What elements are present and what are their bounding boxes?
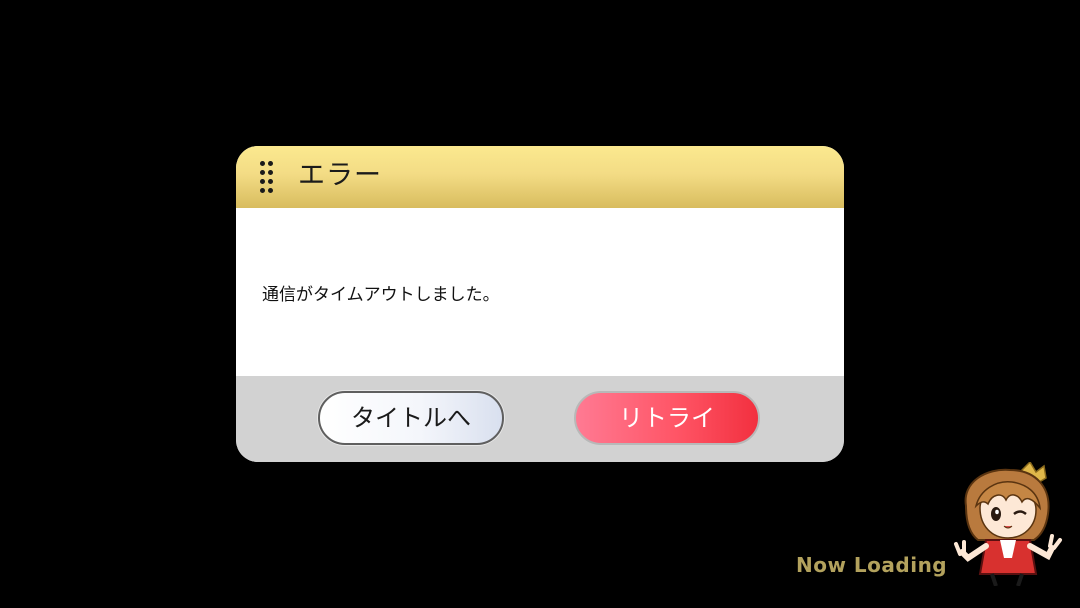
dialog-title: エラー: [298, 160, 382, 191]
grip-dots-icon: [260, 161, 274, 195]
dialog-body: 通信がタイムアウトしました。: [236, 208, 844, 376]
return-to-title-button[interactable]: タイトルへ: [318, 391, 504, 445]
now-loading-text: Now Loading: [796, 553, 948, 577]
mascot-character-icon: [954, 462, 1062, 586]
dialog-footer: タイトルへ リトライ: [236, 376, 844, 462]
game-screen: エラー 通信がタイムアウトしました。 タイトルへ リトライ Now Loadin…: [0, 0, 1080, 608]
retry-button[interactable]: リトライ: [574, 391, 760, 445]
dialog-message: 通信がタイムアウトしました。: [262, 285, 500, 305]
dialog-header: エラー: [236, 146, 844, 208]
error-dialog: エラー 通信がタイムアウトしました。 タイトルへ リトライ: [236, 146, 844, 462]
